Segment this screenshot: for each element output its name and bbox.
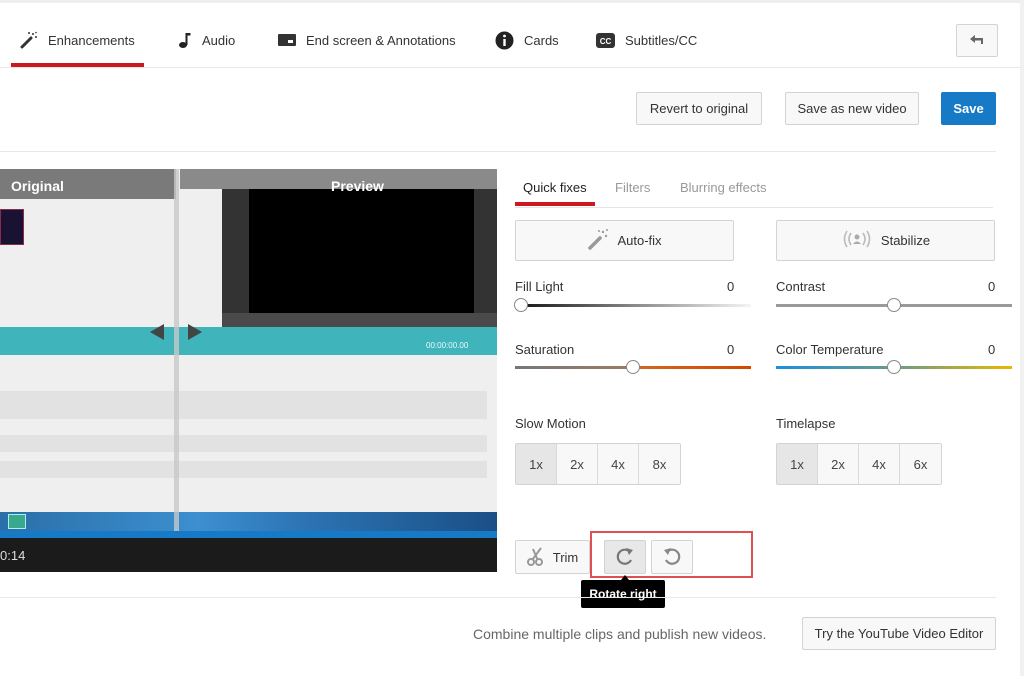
color-temperature-label: Color Temperature xyxy=(776,342,884,357)
divider xyxy=(515,207,993,208)
saturation-value: 0 xyxy=(727,342,735,357)
annotation-highlight-box xyxy=(590,531,753,578)
tab-label: Subtitles/CC xyxy=(625,32,698,48)
back-arrow-icon xyxy=(969,32,985,50)
timeline-track xyxy=(0,435,487,452)
timelapse-2x[interactable]: 2x xyxy=(818,444,859,484)
split-right-arrow-icon[interactable] xyxy=(188,324,202,340)
timeline-track xyxy=(0,461,487,478)
scissors-icon xyxy=(526,546,545,569)
contrast-value: 0 xyxy=(988,279,996,294)
info-icon xyxy=(495,31,514,50)
timelapse-label: Timelapse xyxy=(776,416,836,431)
timeline-track xyxy=(0,391,487,419)
scrollbar-track[interactable] xyxy=(1020,0,1024,676)
tab-end-screen-annotations[interactable]: End screen & Annotations xyxy=(278,25,456,55)
split-left-arrow-icon[interactable] xyxy=(150,324,164,340)
saturation-knob[interactable] xyxy=(626,360,640,374)
video-progress-bar[interactable] xyxy=(0,531,497,538)
tab-label: Audio xyxy=(202,32,236,48)
timelapse-6x[interactable]: 6x xyxy=(900,444,941,484)
media-thumbnail xyxy=(0,209,24,245)
save-as-new-video-button[interactable]: Save as new video xyxy=(785,92,919,125)
slow-motion-selector: 1x 2x 4x 8x xyxy=(515,443,681,485)
tab-subtitles-cc[interactable]: CC Subtitles/CC xyxy=(596,25,697,55)
tab-label: End screen & Annotations xyxy=(306,32,456,48)
tab-enhancements[interactable]: Enhancements xyxy=(20,25,135,55)
video-player[interactable]: 00:00:00.00 Original Preview 0:14 xyxy=(0,169,497,572)
svg-text:CC: CC xyxy=(600,37,612,46)
timelapse-1x[interactable]: 1x xyxy=(777,444,818,484)
tab-label: Cards xyxy=(524,32,559,48)
color-temperature-slider[interactable] xyxy=(776,360,1012,374)
slow-motion-label: Slow Motion xyxy=(515,416,586,431)
preview-label: Preview xyxy=(331,178,384,194)
auto-fix-label: Auto-fix xyxy=(617,233,662,248)
video-editor-promo-text: Combine multiple clips and publish new v… xyxy=(473,626,767,642)
embedded-taskbar xyxy=(0,512,497,531)
active-tab-indicator xyxy=(11,63,144,67)
fill-light-knob[interactable] xyxy=(514,298,528,312)
slow-motion-4x[interactable]: 4x xyxy=(598,444,639,484)
color-temperature-value: 0 xyxy=(988,342,996,357)
tab-audio[interactable]: Audio xyxy=(178,25,235,55)
editor-tabs: Enhancements Audio End screen & Annotati… xyxy=(0,3,1020,68)
stabilize-label: Stabilize xyxy=(880,233,931,248)
fill-light-value: 0 xyxy=(727,279,735,294)
embedded-player-controls xyxy=(222,313,497,327)
saturation-slider[interactable] xyxy=(515,360,751,374)
revert-to-original-button[interactable]: Revert to original xyxy=(636,92,762,125)
timelapse-4x[interactable]: 4x xyxy=(859,444,900,484)
stabilize-button[interactable]: Stabilize xyxy=(776,220,995,261)
auto-fix-button[interactable]: Auto-fix xyxy=(515,220,734,261)
embedded-timecode: 00:00:00.00 xyxy=(426,341,469,350)
end-screen-icon xyxy=(278,33,296,47)
music-note-icon xyxy=(178,31,192,49)
taskbar-app-icon xyxy=(8,514,26,529)
video-frame: 00:00:00.00 xyxy=(0,169,497,531)
back-button[interactable] xyxy=(956,24,998,57)
original-label: Original xyxy=(11,178,64,194)
tab-label: Enhancements xyxy=(48,32,135,48)
subtab-blurring-effects[interactable]: Blurring effects xyxy=(680,180,766,195)
divider xyxy=(0,597,996,598)
fill-light-slider[interactable] xyxy=(514,298,751,312)
try-video-editor-button[interactable]: Try the YouTube Video Editor xyxy=(802,617,996,650)
trim-label: Trim xyxy=(552,549,579,565)
slow-motion-2x[interactable]: 2x xyxy=(557,444,598,484)
magic-wand-icon xyxy=(20,31,38,49)
subtab-quick-fixes[interactable]: Quick fixes xyxy=(523,180,587,195)
timelapse-selector: 1x 2x 4x 6x xyxy=(776,443,942,485)
contrast-slider[interactable] xyxy=(776,298,1012,312)
active-subtab-indicator xyxy=(515,202,595,206)
magic-wand-icon xyxy=(587,228,609,253)
trim-button[interactable]: Trim xyxy=(515,540,590,574)
cc-icon: CC xyxy=(596,32,615,48)
tab-cards[interactable]: Cards xyxy=(495,25,559,55)
fill-light-label: Fill Light xyxy=(515,279,564,294)
split-divider-handle[interactable] xyxy=(174,169,179,531)
contrast-knob[interactable] xyxy=(887,298,901,312)
divider xyxy=(0,151,996,152)
current-time: 0:14 xyxy=(0,548,26,563)
rotate-right-tooltip: Rotate right xyxy=(581,580,665,608)
save-button[interactable]: Save xyxy=(941,92,996,125)
color-temperature-knob[interactable] xyxy=(887,360,901,374)
saturation-label: Saturation xyxy=(515,342,575,357)
embedded-player-screen xyxy=(249,189,474,313)
subtab-filters[interactable]: Filters xyxy=(615,180,650,195)
slow-motion-8x[interactable]: 8x xyxy=(639,444,680,484)
embedded-toolbar xyxy=(0,327,497,355)
slow-motion-1x[interactable]: 1x xyxy=(516,444,557,484)
contrast-label: Contrast xyxy=(776,279,826,294)
stabilize-icon xyxy=(841,229,873,252)
